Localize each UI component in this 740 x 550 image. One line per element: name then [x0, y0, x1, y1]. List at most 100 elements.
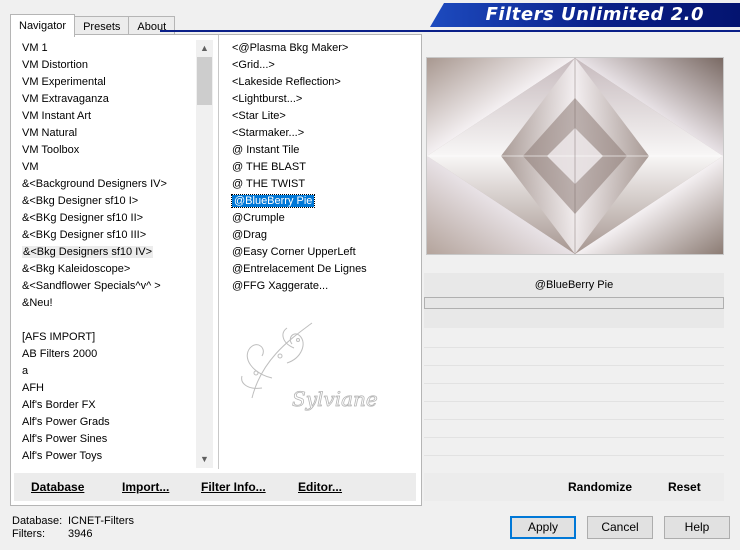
category-item[interactable]: &<Bkg Designers sf10 IV> — [14, 244, 196, 261]
category-item — [14, 312, 196, 329]
randomize-button[interactable]: Randomize — [568, 480, 632, 494]
category-item-label: &<Bkg Kaleidoscope> — [22, 263, 131, 275]
filter-item[interactable]: <Grid...> — [228, 57, 418, 74]
filter-item[interactable]: @FFG Xaggerate... — [228, 278, 418, 295]
category-item[interactable]: a — [14, 363, 196, 380]
sylviane-watermark: Sylviane — [241, 322, 378, 411]
category-item[interactable]: Alf's Power Grads — [14, 414, 196, 431]
filter-item-label: <Grid...> — [232, 59, 275, 71]
filter-item[interactable]: @BlueBerry Pie — [228, 193, 418, 210]
editor-button[interactable]: Editor... — [298, 480, 342, 494]
filter-item[interactable]: <Lightburst...> — [228, 91, 418, 108]
category-item[interactable]: &<Bkg Kaleidoscope> — [14, 261, 196, 278]
filter-item[interactable]: @Drag — [228, 227, 418, 244]
title-banner: Filters Unlimited 2.0 — [430, 3, 740, 27]
parameter-slot — [424, 348, 724, 366]
filter-item-label: @Crumple — [232, 212, 285, 224]
filter-item[interactable]: @ Instant Tile — [228, 142, 418, 159]
category-item-label: &<BKg Designer sf10 II> — [22, 212, 144, 224]
category-item[interactable]: AFH — [14, 380, 196, 397]
filter-item-label: <Lakeside Reflection> — [232, 76, 341, 88]
database-button[interactable]: Database — [31, 480, 84, 494]
category-item-label: VM 1 — [22, 42, 48, 54]
category-item[interactable]: VM — [14, 159, 196, 176]
filter-item-label: <Starmaker...> — [232, 127, 305, 139]
filter-item-label: @Drag — [232, 229, 268, 241]
category-item-label: &<Bkg Designer sf10 I> — [22, 195, 139, 207]
category-item[interactable]: Alf's Border FX — [14, 397, 196, 414]
title-underline — [160, 30, 740, 32]
category-item[interactable]: VM Instant Art — [14, 108, 196, 125]
category-item[interactable]: &Neu! — [14, 295, 196, 312]
apply-button[interactable]: Apply — [510, 516, 576, 539]
selected-filter-name: @BlueBerry Pie — [424, 273, 724, 298]
app-title: Filters Unlimited 2.0 — [485, 4, 704, 25]
right-button-bar: Randomize Reset — [424, 473, 724, 501]
filter-item-label: @Entrelacement De Lignes — [232, 263, 367, 275]
category-item[interactable]: &<Sandflower Specials^v^ > — [14, 278, 196, 295]
category-item-label: VM Distortion — [22, 59, 89, 71]
parameter-slot — [424, 384, 724, 402]
filter-item[interactable]: <Starmaker...> — [228, 125, 418, 142]
parameter-slots — [424, 330, 724, 474]
category-item[interactable]: VM Distortion — [14, 57, 196, 74]
tab-about[interactable]: About — [128, 16, 176, 36]
import-button[interactable]: Import... — [122, 480, 169, 494]
parameter-slot — [424, 420, 724, 438]
category-item-label: VM Extravaganza — [22, 93, 109, 105]
chevron-up-icon[interactable]: ▲ — [196, 40, 213, 57]
category-scrollbar[interactable]: ▲ ▼ — [196, 40, 213, 468]
category-item[interactable]: VM Toolbox — [14, 142, 196, 159]
filter-item[interactable]: <Lakeside Reflection> — [228, 74, 418, 91]
category-item-label: VM Experimental — [22, 76, 106, 88]
tab-navigator[interactable]: Navigator — [10, 14, 76, 37]
filter-item-label: <Lightburst...> — [232, 93, 303, 105]
category-list[interactable]: VM 1 VM Distortion VM Experimental VM Extra… — [14, 40, 196, 468]
category-item-label: &Neu! — [22, 297, 53, 309]
cancel-button[interactable]: Cancel — [587, 516, 653, 539]
filter-item-label: @ THE TWIST — [232, 178, 306, 190]
category-item-label: VM Toolbox — [22, 144, 80, 156]
filter-item[interactable]: @ THE BLAST — [228, 159, 418, 176]
scrollbar-thumb[interactable] — [197, 57, 212, 105]
tab-presets[interactable]: Presets — [74, 16, 130, 36]
category-item[interactable]: Alf's Power Sines — [14, 431, 196, 448]
filter-item-label: <Star Lite> — [232, 110, 286, 122]
filter-item[interactable]: <@Plasma Bkg Maker> — [228, 40, 418, 57]
category-item[interactable]: &<Background Designers IV> — [14, 176, 196, 193]
filter-item[interactable]: @Crumple — [228, 210, 418, 227]
category-item[interactable]: [AFS IMPORT] — [14, 329, 196, 346]
list-divider — [218, 35, 219, 469]
category-item[interactable]: VM 1 — [14, 40, 196, 57]
filter-item-label: @BlueBerry Pie — [230, 194, 316, 208]
category-item[interactable]: VM Experimental — [14, 74, 196, 91]
filters-count-label: Filters: — [12, 528, 45, 540]
category-item-label: AFH — [22, 382, 44, 394]
category-item[interactable]: AB Filters 2000 — [14, 346, 196, 363]
reset-button[interactable]: Reset — [668, 480, 701, 494]
filter-item[interactable]: @Entrelacement De Lignes — [228, 261, 418, 278]
category-item-label: &<BKg Designer sf10 III> — [22, 229, 147, 241]
category-item[interactable]: &<Bkg Designer sf10 I> — [14, 193, 196, 210]
status-area: Database: ICNET-Filters Filters: 3946 — [12, 515, 134, 541]
filter-item[interactable]: <Star Lite> — [228, 108, 418, 125]
filter-item[interactable]: @ THE TWIST — [228, 176, 418, 193]
help-button[interactable]: Help — [664, 516, 730, 539]
parameter-slot — [424, 366, 724, 384]
category-item[interactable]: &<BKg Designer sf10 III> — [14, 227, 196, 244]
category-item[interactable]: VM Extravaganza — [14, 91, 196, 108]
left-button-bar: Database Import... Filter Info... Editor… — [14, 473, 416, 501]
watermark-signature: Sylviane — [292, 387, 378, 411]
database-label: Database: — [12, 515, 63, 527]
category-item[interactable]: Alf's... — [14, 465, 196, 468]
category-item[interactable]: Alf's Power Toys — [14, 448, 196, 465]
category-item-label: VM — [22, 161, 39, 173]
chevron-down-icon[interactable]: ▼ — [196, 451, 213, 468]
filter-info-button[interactable]: Filter Info... — [201, 480, 266, 494]
category-item[interactable]: &<BKg Designer sf10 II> — [14, 210, 196, 227]
filter-preview-image — [426, 57, 724, 255]
category-item-label: Alf's Power Sines — [22, 433, 108, 445]
filter-item[interactable]: @Easy Corner UpperLeft — [228, 244, 418, 261]
category-item[interactable]: VM Natural — [14, 125, 196, 142]
category-item-label: Alf's Power Grads — [22, 416, 110, 428]
